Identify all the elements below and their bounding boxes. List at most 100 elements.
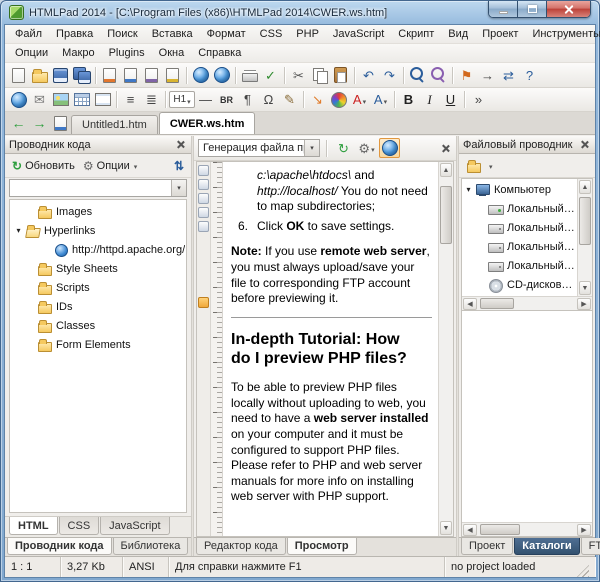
new-html-icon[interactable] bbox=[99, 65, 120, 85]
open-file-icon[interactable] bbox=[29, 65, 50, 85]
scrollbar-track[interactable] bbox=[478, 524, 576, 535]
tab-css[interactable]: CSS bbox=[59, 517, 100, 535]
scrollbar-track[interactable] bbox=[440, 178, 452, 520]
goto-line-icon[interactable]: → bbox=[477, 65, 498, 85]
tree-item-style-sheets[interactable]: Style Sheets bbox=[10, 259, 186, 278]
print-icon[interactable] bbox=[239, 65, 260, 85]
spellcheck-icon[interactable]: ✓ bbox=[260, 65, 281, 85]
scrollbar-thumb[interactable] bbox=[480, 298, 514, 309]
bold-icon[interactable]: B bbox=[398, 90, 419, 110]
filter-combo[interactable] bbox=[9, 179, 187, 197]
menu-file[interactable]: Файл bbox=[8, 26, 49, 42]
dock-icon[interactable] bbox=[198, 165, 209, 176]
comment-icon[interactable]: ✎ bbox=[279, 90, 300, 110]
bookmark-toggle-icon[interactable]: ⚑ bbox=[456, 65, 477, 85]
tab-preview[interactable]: Просмотр bbox=[287, 538, 357, 555]
close-panel-icon[interactable] bbox=[578, 138, 591, 151]
zoom-view-icon[interactable] bbox=[198, 207, 209, 218]
insert-table-icon[interactable] bbox=[71, 90, 92, 110]
tree-item-hyperlinks[interactable]: Hyperlinks bbox=[10, 221, 186, 240]
menu-search[interactable]: Поиск bbox=[100, 26, 144, 42]
paragraph-icon[interactable]: ¶ bbox=[237, 90, 258, 110]
tree-item-ids[interactable]: IDs bbox=[10, 297, 186, 316]
scrollbar-track[interactable] bbox=[478, 298, 576, 309]
options-button[interactable]: Опции bbox=[80, 158, 140, 174]
redo-icon[interactable]: ↷ bbox=[379, 65, 400, 85]
arrow-tool-icon[interactable]: ↘ bbox=[307, 90, 328, 110]
menu-edit[interactable]: Правка bbox=[49, 26, 100, 42]
scrollbar-thumb[interactable] bbox=[579, 197, 591, 245]
menu-javascript[interactable]: JavaScript bbox=[326, 26, 391, 42]
preview-settings-icon[interactable]: ⚙ bbox=[356, 138, 377, 158]
sync-files-icon[interactable]: ⇄ bbox=[498, 65, 519, 85]
tree-item-computer[interactable]: Компьютер bbox=[462, 180, 577, 199]
menu-css[interactable]: CSS bbox=[253, 26, 290, 42]
insert-hr-icon[interactable]: ― bbox=[195, 90, 216, 110]
combo-dropdown-icon[interactable] bbox=[171, 180, 186, 196]
paste-icon[interactable] bbox=[330, 65, 351, 85]
tree-item-disk-3[interactable]: Локальный дис... bbox=[462, 237, 577, 256]
split-view-icon[interactable] bbox=[198, 179, 209, 190]
expander-icon[interactable] bbox=[12, 227, 25, 235]
tab-project[interactable]: Проект bbox=[461, 538, 513, 555]
scroll-up-icon[interactable] bbox=[579, 180, 591, 194]
resize-grip[interactable] bbox=[577, 565, 589, 577]
bullet-list-icon[interactable]: ≡ bbox=[120, 90, 141, 110]
undo-icon[interactable]: ↶ bbox=[358, 65, 379, 85]
scroll-left-icon[interactable] bbox=[463, 298, 477, 310]
tab-code-explorer[interactable]: Проводник кода bbox=[7, 538, 112, 555]
files-horizontal-scrollbar[interactable] bbox=[462, 522, 592, 536]
menu-insert[interactable]: Вставка bbox=[145, 26, 200, 42]
preview-vertical-scrollbar[interactable] bbox=[438, 162, 453, 536]
menu-windows[interactable]: Окна bbox=[152, 45, 192, 61]
numbered-list-icon[interactable]: ≣ bbox=[141, 90, 162, 110]
tree-item-disk-1[interactable]: Локальный дис... bbox=[462, 199, 577, 218]
more-buttons-icon[interactable]: » bbox=[468, 90, 489, 110]
insert-br-icon[interactable]: BR bbox=[216, 90, 237, 110]
cut-icon[interactable]: ✂ bbox=[288, 65, 309, 85]
new-css-icon[interactable] bbox=[120, 65, 141, 85]
save-all-icon[interactable] bbox=[71, 65, 92, 85]
menu-project[interactable]: Проект bbox=[475, 26, 525, 42]
menu-tools[interactable]: Инструменты bbox=[525, 26, 600, 42]
menu-script[interactable]: Скрипт bbox=[391, 26, 441, 42]
color-picker-icon[interactable] bbox=[328, 90, 349, 110]
ruler-toggle-icon[interactable] bbox=[198, 221, 209, 232]
drives-horizontal-scrollbar[interactable] bbox=[462, 296, 592, 310]
menu-php[interactable]: PHP bbox=[289, 26, 326, 42]
help-icon[interactable]: ? bbox=[519, 65, 540, 85]
combo-dropdown-icon[interactable] bbox=[304, 140, 319, 156]
tab-library[interactable]: Библиотека bbox=[113, 538, 189, 555]
menu-format[interactable]: Формат bbox=[200, 26, 253, 42]
tab-untitled1[interactable]: Untitled1.htm bbox=[71, 115, 158, 134]
find-icon[interactable] bbox=[407, 65, 428, 85]
italic-icon[interactable]: I bbox=[419, 90, 440, 110]
insert-link-icon[interactable] bbox=[8, 90, 29, 110]
scroll-left-icon[interactable] bbox=[463, 524, 477, 536]
menu-plugins[interactable]: Plugins bbox=[102, 45, 152, 61]
new-js-icon[interactable] bbox=[162, 65, 183, 85]
tree-item-classes[interactable]: Classes bbox=[10, 316, 186, 335]
tree-item-cdrom[interactable]: CD-дисковод (... bbox=[462, 275, 577, 294]
tree-item-scripts[interactable]: Scripts bbox=[10, 278, 186, 297]
copy-icon[interactable] bbox=[309, 65, 330, 85]
drives-vertical-scrollbar[interactable] bbox=[577, 179, 592, 296]
save-file-icon[interactable] bbox=[50, 65, 71, 85]
refresh-browser-icon[interactable] bbox=[211, 65, 232, 85]
new-php-icon[interactable] bbox=[141, 65, 162, 85]
forward-icon[interactable]: → bbox=[29, 113, 50, 133]
insert-email-icon[interactable]: ✉ bbox=[29, 90, 50, 110]
tree-item-images[interactable]: Images bbox=[10, 202, 186, 221]
scroll-up-icon[interactable] bbox=[440, 163, 452, 177]
special-char-icon[interactable]: Ω bbox=[258, 90, 279, 110]
new-document-icon[interactable] bbox=[8, 65, 29, 85]
tree-item-apache-link[interactable]: http://httpd.apache.org/ bbox=[10, 240, 186, 259]
tab-directories[interactable]: Каталоги bbox=[514, 538, 579, 555]
sort-button[interactable] bbox=[171, 158, 187, 174]
tree-item-disk-2[interactable]: Локальный дис... bbox=[462, 218, 577, 237]
tree-item-disk-4[interactable]: Локальный дис... bbox=[462, 256, 577, 275]
tab-javascript[interactable]: JavaScript bbox=[100, 517, 169, 535]
tab-cwer[interactable]: CWER.ws.htm bbox=[159, 112, 256, 134]
browser-ie-icon[interactable] bbox=[379, 138, 400, 158]
tree-item-form-elements[interactable]: Form Elements bbox=[10, 335, 186, 354]
